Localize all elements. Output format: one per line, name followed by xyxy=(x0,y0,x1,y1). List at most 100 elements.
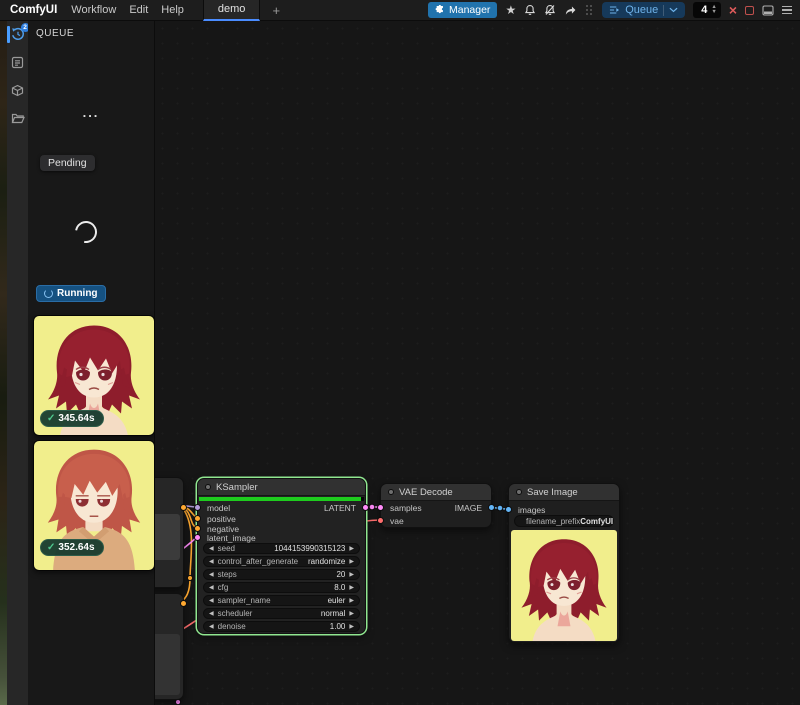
node-header[interactable]: VAE Decode xyxy=(381,484,491,501)
comfyui-app: ComfyUI Workflow Edit Help demo + Manage… xyxy=(0,0,800,705)
widget-scheduler[interactable]: ◀ scheduler normal ▶ xyxy=(203,608,360,619)
widget-control-after-generate[interactable]: ◀ control_after_generate randomize ▶ xyxy=(203,556,360,567)
collapse-dot-icon[interactable] xyxy=(205,484,211,490)
running-spinner-icon xyxy=(44,289,53,298)
model-input-port[interactable] xyxy=(194,504,201,511)
saved-image-preview[interactable] xyxy=(511,530,617,641)
puzzle-icon xyxy=(435,5,445,15)
widget-denoise[interactable]: ◀ denoise 1.00 ▶ xyxy=(203,621,360,632)
chevron-down-icon[interactable] xyxy=(669,7,678,13)
latent-output-port[interactable] xyxy=(362,504,369,511)
node-header[interactable]: Save Image xyxy=(509,484,619,501)
widget-value: randomize xyxy=(308,557,345,566)
decrement-arrow-icon[interactable]: ◀ xyxy=(209,546,214,552)
increment-arrow-icon[interactable]: ▶ xyxy=(349,585,354,591)
port-label: positive xyxy=(207,514,236,524)
share-icon[interactable] xyxy=(564,5,576,16)
top-menu-bar: ComfyUI Workflow Edit Help demo + Manage… xyxy=(0,0,800,21)
increment-arrow-icon[interactable]: ▶ xyxy=(349,546,354,552)
menu-edit[interactable]: Edit xyxy=(129,4,148,16)
manager-label: Manager xyxy=(449,4,490,16)
clear-queue-button[interactable]: × xyxy=(729,3,737,17)
stop-button[interactable] xyxy=(745,6,754,15)
queue-label: Queue xyxy=(625,4,658,16)
decrement-arrow-icon[interactable]: ◀ xyxy=(209,624,214,630)
samples-input-port[interactable] xyxy=(377,504,384,511)
batch-count-stepper[interactable]: 4 ▲ ▼ xyxy=(693,2,721,18)
menu-help[interactable]: Help xyxy=(161,4,184,16)
node-graph-canvas[interactable]: NING th lor, ed itable NING KSampler xyxy=(155,21,800,705)
positive-input-port[interactable] xyxy=(194,515,201,522)
widget-seed[interactable]: ◀ seed 1044153990315123 ▶ xyxy=(203,543,360,554)
widget-cfg[interactable]: ◀ cfg 8.0 ▶ xyxy=(203,582,360,593)
latent-image-input-port[interactable] xyxy=(194,534,201,541)
queue-result-item[interactable]: ✓ 352.64s xyxy=(33,440,155,571)
decrement-arrow-icon[interactable]: ◀ xyxy=(209,585,214,591)
widget-steps[interactable]: ◀ steps 20 ▶ xyxy=(203,569,360,580)
vae-input-port[interactable] xyxy=(377,517,384,524)
queue-result-item[interactable]: ✓ 345.64s xyxy=(33,315,155,436)
drag-handle-dots[interactable] xyxy=(586,5,592,15)
widget-value: ComfyUI xyxy=(580,517,613,526)
node-save-image[interactable]: Save Image images filename_prefix ComfyU… xyxy=(508,483,620,643)
decrement-arrow-icon[interactable]: ◀ xyxy=(209,598,214,604)
increment-arrow-icon[interactable]: ▶ xyxy=(349,559,354,565)
execution-time: 345.64s xyxy=(58,413,94,424)
decrement-arrow-icon[interactable]: ◀ xyxy=(209,559,214,565)
prompt-line: ed xyxy=(155,536,177,546)
divider xyxy=(663,5,664,16)
node-header[interactable]: KSampler xyxy=(198,479,365,496)
prompt-textarea[interactable]: th lor, ed itable xyxy=(155,514,180,560)
partial-node-running-bottom[interactable]: NING xyxy=(155,593,184,700)
canvas-menu-icon[interactable] xyxy=(782,6,792,15)
widget-name: seed xyxy=(218,544,235,553)
node-ksampler[interactable]: KSampler model LATENT positive negative … xyxy=(197,478,366,634)
prompt-line: th xyxy=(155,516,177,526)
sidebar-item-queue[interactable]: 2 xyxy=(11,27,25,41)
check-icon: ✓ xyxy=(47,542,55,553)
collapse-dot-icon[interactable] xyxy=(388,489,394,495)
sidebar-item-workflows[interactable] xyxy=(11,111,25,125)
partial-node-running-top[interactable]: NING th lor, ed itable xyxy=(155,477,184,588)
images-input-port[interactable] xyxy=(505,506,512,513)
running-label: Running xyxy=(57,288,98,299)
new-workflow-tab-button[interactable]: + xyxy=(272,3,280,18)
widget-name: control_after_generate xyxy=(218,557,299,566)
execution-time: 352.64s xyxy=(58,542,94,553)
bell-slash-icon[interactable] xyxy=(544,4,556,16)
widget-list: ◀ seed 1044153990315123 ▶ ◀ control_afte… xyxy=(198,543,365,634)
negative-input-port[interactable] xyxy=(194,525,201,532)
widget-name: steps xyxy=(218,570,237,579)
conditioning-output-port[interactable] xyxy=(180,600,187,607)
cube-icon xyxy=(11,84,24,97)
widget-sampler-name[interactable]: ◀ sampler_name euler ▶ xyxy=(203,595,360,606)
image-output-port[interactable] xyxy=(488,504,495,511)
widget-value: 20 xyxy=(336,570,345,579)
sidebar-item-model-library[interactable] xyxy=(11,83,25,97)
increment-arrow-icon[interactable]: ▶ xyxy=(349,572,354,578)
widget-filename-prefix[interactable]: filename_prefix ComfyUI xyxy=(514,515,614,527)
prompt-textarea[interactable] xyxy=(155,634,180,695)
decrement-icon[interactable]: ▼ xyxy=(711,10,716,15)
bell-icon[interactable] xyxy=(524,4,536,16)
node-vae-decode[interactable]: VAE Decode samples IMAGE vae xyxy=(380,483,492,528)
sidebar-item-node-library[interactable] xyxy=(11,55,25,69)
favorites-star-icon[interactable]: ★ xyxy=(505,4,516,16)
bottom-panel-toggle-icon[interactable] xyxy=(762,5,774,16)
increment-arrow-icon[interactable]: ▶ xyxy=(349,624,354,630)
decrement-arrow-icon[interactable]: ◀ xyxy=(209,611,214,617)
prompt-line: lor, xyxy=(155,526,177,536)
decrement-arrow-icon[interactable]: ◀ xyxy=(209,572,214,578)
queue-run-button[interactable]: Queue xyxy=(602,2,685,18)
workflow-tab-demo[interactable]: demo xyxy=(203,0,261,21)
node-library-icon xyxy=(11,56,24,69)
collapse-dot-icon[interactable] xyxy=(516,489,522,495)
queue-more-button[interactable]: ... xyxy=(28,105,154,120)
widget-name: scheduler xyxy=(218,609,253,618)
conditioning-output-port[interactable] xyxy=(180,504,187,511)
port-label: latent_image xyxy=(207,533,256,543)
increment-arrow-icon[interactable]: ▶ xyxy=(349,611,354,617)
menu-workflow[interactable]: Workflow xyxy=(71,4,116,16)
manager-button[interactable]: Manager xyxy=(428,2,497,18)
increment-arrow-icon[interactable]: ▶ xyxy=(349,598,354,604)
